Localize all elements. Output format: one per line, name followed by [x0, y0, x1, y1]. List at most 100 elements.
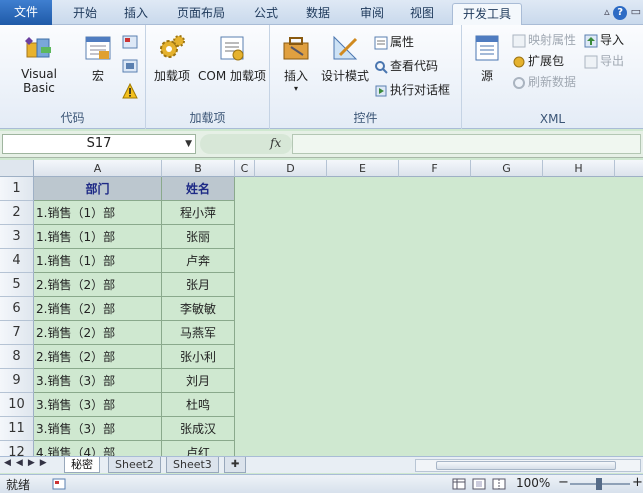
sheet-tab-secret[interactable]: 秘密 — [64, 457, 100, 473]
cell-a9[interactable]: 3.销售（3）部 — [34, 369, 162, 393]
select-all-corner[interactable] — [0, 160, 34, 177]
insert-dropdown-icon: ▾ — [293, 84, 298, 93]
zoom-in-icon[interactable]: + — [632, 475, 643, 490]
macro-record-status-icon[interactable] — [52, 478, 66, 490]
row-header-11[interactable]: 11 — [0, 417, 34, 441]
page-break-view-icon[interactable] — [492, 478, 506, 490]
cell-b11[interactable]: 张成汉 — [162, 417, 235, 441]
cell-a5[interactable]: 2.销售（2）部 — [34, 273, 162, 297]
zoom-out-icon[interactable]: − — [558, 475, 569, 490]
row-header-9[interactable]: 9 — [0, 369, 34, 393]
horizontal-scrollbar[interactable] — [415, 459, 641, 472]
column-header-b[interactable]: B — [162, 160, 235, 177]
name-box-dropdown-icon[interactable]: ▼ — [185, 135, 192, 153]
macro-button[interactable]: 宏 — [80, 33, 116, 84]
column-header-h[interactable]: H — [543, 160, 615, 177]
cell-b4[interactable]: 卢奔 — [162, 249, 235, 273]
minimize-ribbon-icon[interactable]: ▵ — [604, 5, 610, 18]
column-header-a[interactable]: A — [34, 160, 162, 177]
view-code-icon — [375, 60, 388, 74]
tab-file[interactable]: 文件 — [0, 0, 52, 25]
view-code-button[interactable]: 查看代码 — [374, 57, 438, 75]
cell-b7[interactable]: 马燕军 — [162, 321, 235, 345]
cell-a4[interactable]: 1.销售（1）部 — [34, 249, 162, 273]
zoom-slider-knob[interactable] — [596, 478, 602, 490]
sheet-nav-buttons[interactable]: ◀◀▶▶ — [4, 458, 52, 468]
insert-sheet-icon[interactable]: ✚ — [224, 457, 247, 473]
cell-b2[interactable]: 程小萍 — [162, 201, 235, 225]
tab-formulas[interactable]: 公式 — [244, 3, 288, 25]
tab-insert[interactable]: 插入 — [114, 3, 158, 25]
com-addins-button[interactable]: COM 加载项 — [196, 33, 268, 84]
column-header-d[interactable]: D — [255, 160, 327, 177]
tab-review[interactable]: 审阅 — [350, 3, 394, 25]
row-header-2[interactable]: 2 — [0, 201, 34, 225]
cell-b12[interactable]: 卢红 — [162, 441, 235, 456]
name-box[interactable]: S17 ▼ — [2, 134, 196, 154]
cell-a10[interactable]: 3.销售（3）部 — [34, 393, 162, 417]
macro-security-icon[interactable] — [122, 83, 138, 99]
visual-basic-button[interactable]: Visual Basic — [4, 33, 74, 95]
cell-b3[interactable]: 张丽 — [162, 225, 235, 249]
tab-view[interactable]: 视图 — [400, 3, 444, 25]
cell-b8[interactable]: 张小利 — [162, 345, 235, 369]
row-header-8[interactable]: 8 — [0, 345, 34, 369]
export-button[interactable]: 导出 — [584, 52, 624, 70]
row-header-4[interactable]: 4 — [0, 249, 34, 273]
column-header-g[interactable]: G — [471, 160, 543, 177]
record-macro-icon[interactable] — [122, 35, 138, 49]
page-layout-view-icon[interactable] — [472, 478, 486, 490]
tab-developer[interactable]: 开发工具 — [452, 3, 522, 25]
cell-a1[interactable]: 部门 — [34, 177, 162, 201]
sheet-tab-sheet3[interactable]: Sheet3 — [166, 457, 219, 473]
cell-b1[interactable]: 姓名 — [162, 177, 235, 201]
row-header-1[interactable]: 1 — [0, 177, 34, 201]
cell-b5[interactable]: 张月 — [162, 273, 235, 297]
row-header-12[interactable]: 12 — [0, 441, 34, 456]
cell-b6[interactable]: 李敏敏 — [162, 297, 235, 321]
insert-control-button[interactable]: 插入 ▾ — [276, 33, 316, 93]
column-header-e[interactable]: E — [327, 160, 399, 177]
horizontal-scrollbar-thumb[interactable] — [436, 461, 616, 470]
cell-a8[interactable]: 2.销售（2）部 — [34, 345, 162, 369]
row-header-3[interactable]: 3 — [0, 225, 34, 249]
sheet-tab-sheet2[interactable]: Sheet2 — [108, 457, 161, 473]
normal-view-icon[interactable] — [452, 478, 466, 490]
cell-a2[interactable]: 1.销售（1）部 — [34, 201, 162, 225]
formula-buttons: fx — [200, 134, 292, 154]
zoom-level[interactable]: 100% — [516, 476, 550, 490]
addins-button[interactable]: 加载项 — [150, 33, 194, 84]
map-properties-button[interactable]: 映射属性 — [512, 31, 576, 49]
tab-page-layout[interactable]: 页面布局 — [168, 3, 234, 25]
row-header-6[interactable]: 6 — [0, 297, 34, 321]
design-mode-button[interactable]: 设计模式 — [318, 33, 372, 84]
source-button[interactable]: 源 — [470, 33, 504, 84]
tab-home[interactable]: 开始 — [62, 3, 108, 25]
row-header-7[interactable]: 7 — [0, 321, 34, 345]
cell-a6[interactable]: 2.销售（2）部 — [34, 297, 162, 321]
expansion-pack-button[interactable]: 扩展包 — [512, 52, 564, 70]
import-button[interactable]: 导入 — [584, 31, 624, 49]
cell-b9[interactable]: 刘月 — [162, 369, 235, 393]
column-header-c[interactable]: C — [235, 160, 255, 177]
relative-reference-icon[interactable] — [122, 59, 138, 73]
row-header-10[interactable]: 10 — [0, 393, 34, 417]
zoom-slider[interactable] — [570, 478, 630, 490]
run-dialog-button[interactable]: 执行对话框 — [374, 81, 450, 99]
tab-data[interactable]: 数据 — [296, 3, 340, 25]
window-controls: ▵ ? ▭ — [604, 5, 641, 20]
refresh-data-button[interactable]: 刷新数据 — [512, 73, 576, 91]
formula-input[interactable] — [292, 134, 641, 154]
column-header-f[interactable]: F — [399, 160, 471, 177]
insert-function-icon[interactable]: fx — [270, 136, 281, 150]
minimize-icon[interactable]: ▭ — [631, 5, 641, 18]
help-icon[interactable]: ? — [613, 6, 628, 20]
row-header-5[interactable]: 5 — [0, 273, 34, 297]
properties-button[interactable]: 属性 — [374, 33, 414, 51]
cell-a3[interactable]: 1.销售（1）部 — [34, 225, 162, 249]
cell-a7[interactable]: 2.销售（2）部 — [34, 321, 162, 345]
design-mode-icon — [333, 35, 358, 60]
cell-b10[interactable]: 杜鸣 — [162, 393, 235, 417]
cell-a12[interactable]: 4.销售（4）部 — [34, 441, 162, 456]
cell-a11[interactable]: 3.销售（3）部 — [34, 417, 162, 441]
